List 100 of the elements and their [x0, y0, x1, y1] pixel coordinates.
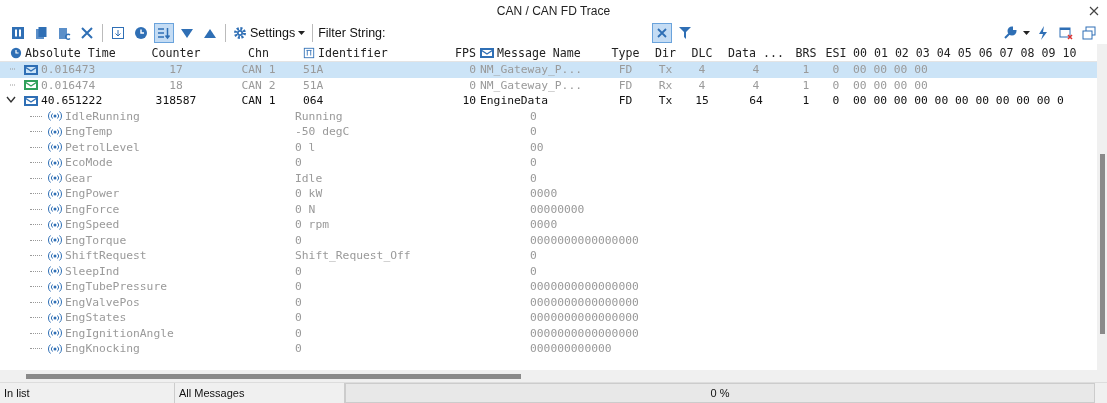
vertical-scrollbar[interactable]	[1097, 44, 1107, 382]
table-cell-text: 64	[748, 94, 764, 108]
column-header[interactable]: Data ...	[721, 45, 791, 60]
scrollbar-thumb[interactable]	[26, 373, 521, 379]
signal-raw-value: 0000000000000000	[530, 280, 640, 294]
wrench-icon	[1003, 26, 1017, 40]
settings-button[interactable]: Settings	[231, 26, 308, 40]
table-cell-text: FD	[617, 63, 634, 77]
column-header[interactable]: Dir	[648, 45, 683, 60]
table-cell-text: 4	[697, 78, 707, 92]
signal-raw-value: 0000000000000000	[530, 326, 640, 340]
signal-icon	[48, 202, 62, 217]
signal-name: Gear	[65, 171, 93, 185]
table-cell-text: 10	[461, 94, 477, 108]
chevron-down-icon[interactable]	[6, 96, 16, 105]
table-cell-text: 1	[801, 78, 811, 92]
toolbar-button[interactable]	[154, 23, 174, 43]
signal-name: PetrolLevel	[65, 140, 140, 154]
table-cell-text: 1	[801, 63, 811, 77]
signal-name: EngTorque	[65, 233, 127, 247]
window-title: CAN / CAN FD Trace	[496, 4, 611, 18]
signal-icon	[48, 279, 62, 294]
signal-name: EngPower	[65, 187, 120, 201]
table-cell-text: 0	[831, 78, 841, 92]
column-header[interactable]: Counter	[136, 45, 216, 60]
signal-raw-value: 0000	[530, 218, 559, 232]
table-cell-text: Tx	[657, 94, 674, 108]
column-header[interactable]: Identifier	[301, 45, 446, 60]
table-cell-text: 318587	[154, 94, 198, 108]
table-cell-text: 4	[697, 63, 707, 77]
table-cell-text: EngineData	[479, 94, 549, 108]
signal-value: 0	[295, 156, 303, 170]
signal-icon	[48, 155, 62, 170]
signal-name: EngTubePressure	[65, 280, 168, 294]
table-cell-text: 15	[694, 94, 710, 108]
signal-value: 0 kW	[295, 187, 324, 201]
signal-value: -50 degC	[295, 125, 351, 139]
table-cell-text: CAN 1	[240, 63, 277, 77]
signal-raw-value: 0	[530, 109, 538, 123]
table-cell-text: NM_Gateway_P...	[479, 78, 584, 92]
signal-icon	[48, 109, 62, 124]
signal-raw-value: 0000	[530, 187, 559, 201]
triangle-down-icon	[180, 26, 194, 40]
signal-value: Shift_Request_Off	[295, 249, 412, 263]
table-cell-text: 17	[168, 63, 184, 77]
column-header[interactable]: 00 01 02 03 04 05 06 07 08 09 10	[851, 45, 1097, 60]
signal-name: EngKnocking	[65, 342, 140, 356]
table-cell-text: 4	[751, 63, 761, 77]
table-cell-text: Rx	[657, 78, 674, 92]
column-header[interactable]: ESI	[821, 45, 851, 60]
status-text: All Messages	[179, 387, 245, 399]
window-icon	[1082, 26, 1096, 40]
signal-raw-value: 0000000000000000	[530, 295, 640, 309]
signal-value: 0	[295, 311, 303, 325]
column-header[interactable]: Message Name	[478, 45, 603, 60]
signal-icon	[48, 326, 62, 341]
signal-value: 0	[295, 326, 303, 340]
signal-icon	[48, 186, 62, 201]
signal-name: IdleRunning	[65, 109, 140, 123]
column-header[interactable]: FPS	[446, 45, 478, 60]
detach-window-button[interactable]	[1079, 23, 1099, 43]
signal-raw-value: 0	[530, 249, 538, 263]
horizontal-scrollbar[interactable]	[0, 370, 1097, 382]
signal-value: Idle	[295, 171, 324, 185]
signal-value: 0	[295, 280, 303, 294]
column-header[interactable]: Type	[603, 45, 648, 60]
close-icon	[80, 26, 94, 40]
signal-icon	[48, 140, 62, 155]
table-cell-text: 064	[302, 94, 325, 108]
clock-icon	[10, 45, 22, 60]
column-header[interactable]: Absolute Time	[8, 45, 136, 60]
caret-icon	[1023, 30, 1030, 36]
signal-raw-value: 0	[530, 156, 538, 170]
table-cell-text: CAN 2	[240, 78, 277, 92]
signal-icon	[48, 171, 62, 186]
signal-icon	[48, 341, 62, 356]
signal-name: EngIgnitionAngle	[65, 326, 174, 340]
funnel-icon	[677, 26, 692, 40]
signal-name: EngValvePos	[65, 295, 140, 309]
column-header[interactable]: Chn	[216, 45, 301, 60]
lightning-icon	[1036, 26, 1050, 40]
signal-value: 0 l	[295, 140, 317, 154]
caret-icon	[298, 30, 306, 36]
scrollbar-thumb[interactable]	[1100, 154, 1105, 334]
table-cell-text: CAN 1	[240, 94, 277, 108]
signal-raw-value: 0000000000000000	[530, 233, 640, 247]
clear-filter-button[interactable]	[651, 23, 672, 43]
signal-icon	[48, 310, 62, 325]
column-header[interactable]: DLC	[683, 45, 721, 60]
progress-label: 0 %	[710, 387, 730, 399]
signal-value: 0	[295, 233, 303, 247]
close-icon[interactable]	[1089, 6, 1099, 16]
download-icon	[111, 26, 125, 40]
gear-icon	[233, 26, 247, 40]
message-row[interactable]: 40.651222 318587 CAN 1 064 10 EngineData FD Tx 15 64 1 0 00 00 00 00 00 00 00 00 00 00 0	[0, 93, 1097, 109]
signal-icon	[48, 264, 62, 279]
column-header[interactable]: BRS	[791, 45, 821, 60]
signal-icon	[48, 295, 62, 310]
clock-icon	[134, 26, 148, 40]
signal-value: 0	[295, 264, 303, 278]
